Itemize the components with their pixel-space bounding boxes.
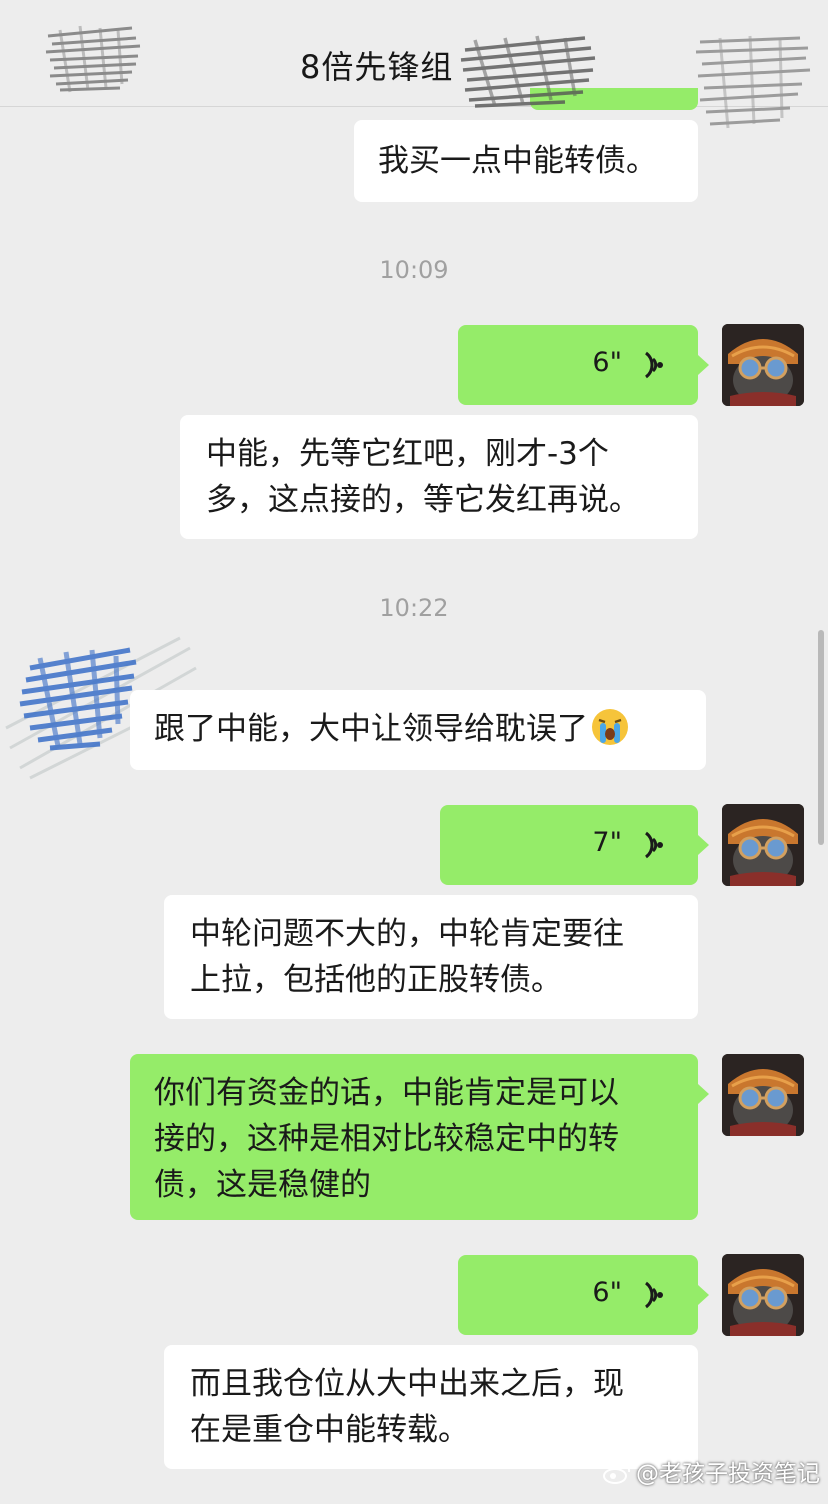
voice-duration: 7" (592, 827, 622, 858)
message-text-line: 债，这是稳健的 (154, 1167, 371, 1203)
chat-screen: 8倍先锋组 我买一点中能转债。 10:09 6" 中能，先等它红吧，刚才-3个 … (0, 0, 828, 1504)
message-text-line: 接的，这种是相对比较稳定中的转 (154, 1121, 619, 1157)
voice-message[interactable]: 6" (458, 1255, 709, 1335)
avatar[interactable] (722, 1254, 804, 1336)
message-text: 跟了中能，大中让领导给耽误了 (154, 711, 588, 747)
voice-wave-icon (645, 1281, 663, 1309)
redaction-scribble (45, 25, 141, 93)
message-bubble-sent[interactable]: 你们有资金的话，中能肯定是可以 接的，这种是相对比较稳定中的转 债，这是稳健的 (130, 1054, 709, 1220)
voice-duration: 6" (592, 347, 622, 378)
message-bubble[interactable]: 跟了中能，大中让领导给耽误了 (130, 690, 706, 770)
message-text-line: 你们有资金的话，中能肯定是可以 (154, 1075, 619, 1111)
watermark: @老孩子投资笔记 (602, 1454, 820, 1488)
voice-wave-icon (645, 831, 663, 859)
cat-avatar-icon (722, 1054, 804, 1136)
message-text-line: 中能，先等它红吧，刚才-3个 (206, 436, 609, 472)
chat-header: 8倍先锋组 (0, 0, 828, 129)
message-bubble[interactable]: 中能，先等它红吧，刚才-3个 多，这点接的，等它发红再说。 (180, 415, 698, 539)
message-bubble[interactable]: 我买一点中能转债。 (354, 120, 698, 202)
message-text-line: 在是重仓中能转载。 (190, 1412, 469, 1448)
message-text-line: 多，这点接的，等它发红再说。 (206, 482, 640, 518)
watermark-text: @老孩子投资笔记 (636, 1461, 820, 1487)
timestamp: 10:09 (379, 256, 449, 284)
voice-duration: 6" (592, 1277, 622, 1308)
avatar[interactable] (722, 324, 804, 406)
message-bubble[interactable]: 而且我仓位从大中出来之后，现 在是重仓中能转载。 (164, 1345, 698, 1469)
redaction-scribble (460, 35, 596, 108)
redaction-scribble (695, 35, 811, 129)
cat-avatar-icon (722, 324, 804, 406)
crying-face-emoji-icon (592, 709, 628, 745)
avatar[interactable] (722, 1054, 804, 1136)
message-text-line: 上拉，包括他的正股转债。 (190, 962, 562, 998)
chat-title: 8倍先锋组 (300, 48, 454, 86)
message-text-line: 中轮问题不大的，中轮肯定要往 (190, 916, 624, 952)
message-bubble[interactable]: 中轮问题不大的，中轮肯定要往 上拉，包括他的正股转债。 (164, 895, 698, 1019)
avatar[interactable] (722, 804, 804, 886)
timestamp: 10:22 (379, 594, 449, 622)
weibo-icon (603, 1463, 631, 1484)
cat-avatar-icon (722, 1254, 804, 1336)
voice-wave-icon (645, 351, 663, 379)
message-text-line: 而且我仓位从大中出来之后，现 (190, 1366, 624, 1402)
scrollbar[interactable] (818, 630, 824, 845)
voice-message[interactable]: 6" (458, 325, 709, 405)
cat-avatar-icon (722, 804, 804, 886)
voice-message[interactable]: 7" (440, 805, 709, 885)
message-text: 我买一点中能转债。 (378, 143, 657, 179)
